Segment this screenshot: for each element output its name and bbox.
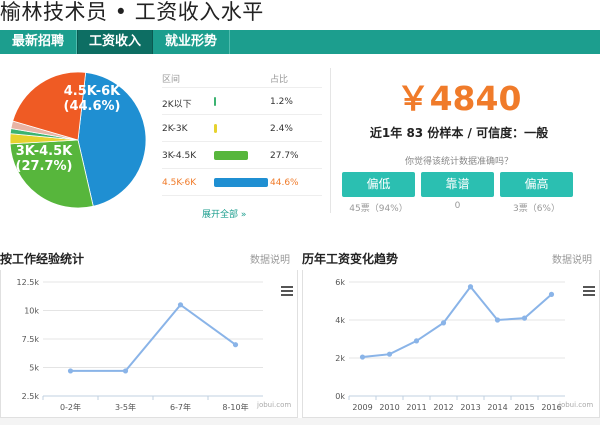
data-point[interactable]: [494, 317, 501, 323]
vote-low-button[interactable]: 偏低: [342, 172, 415, 197]
trend-line-chart: 0k2k4k6k2009 2010 2011 2012 2013 2014 2015 2016: [335, 278, 565, 412]
x-tick-label: 6-7年: [170, 402, 191, 412]
y-tick-label: 5k: [29, 364, 39, 373]
x-tick-label: 2012: [433, 403, 453, 412]
expand-all-link[interactable]: 展开全部 »: [202, 207, 246, 220]
row-share-bar: [214, 178, 268, 187]
salary-summary-panel: ￥4840 近1年 83 份样本 / 可信度：一般 你觉得该统计数据准确吗？ 偏…: [334, 62, 600, 222]
trend-chart-watermark: jobui.com: [559, 401, 594, 409]
y-tick-label: 2.5k: [22, 392, 40, 401]
accuracy-question: 你觉得该统计数据准确吗？: [404, 157, 513, 167]
pie-label-second: 3K-4.5K (27.7%): [12, 144, 76, 174]
x-tick-label: 3-5年: [115, 402, 136, 412]
experience-data-note-link[interactable]: 数据说明: [250, 251, 290, 266]
pie-label-second-range: 3K-4.5K: [15, 144, 73, 159]
y-tick-label: 0k: [335, 392, 345, 401]
pie-label-main-range: 4.5K-6K: [63, 84, 121, 99]
x-tick-label: 2010: [379, 403, 399, 412]
distribution-panel: 4.5K-6K (44.6%) 3K-4.5K (27.7%) 区间 占比 2K…: [0, 62, 328, 230]
distribution-row: 4.5K-6K 44.6%: [162, 169, 322, 196]
y-tick-label: 4k: [335, 316, 345, 325]
y-tick-label: 2k: [335, 354, 345, 363]
x-tick-label: 2013: [460, 403, 480, 412]
tab-salary[interactable]: 工资收入: [77, 30, 153, 54]
pie-label-main: 4.5K-6K (44.6%): [52, 84, 132, 114]
data-point[interactable]: [440, 320, 447, 326]
distribution-table-header: 区间 占比: [162, 66, 322, 88]
y-tick-label: 12.5k: [17, 278, 40, 287]
data-point[interactable]: [413, 338, 420, 344]
experience-chart-watermark: jobui.com: [257, 401, 292, 409]
pie-label-main-pct: (44.6%): [63, 99, 121, 114]
tab-bar: 最新招聘 工资收入 就业形势: [0, 30, 600, 54]
vote-high-button[interactable]: 偏高: [500, 172, 573, 197]
y-tick-label: 6k: [335, 278, 345, 287]
row-percentage: 2.4%: [270, 124, 293, 134]
average-salary: ￥4840: [396, 79, 522, 118]
page-title: 榆林技术员 • 工资收入水平: [0, 0, 264, 24]
footer-strip: [0, 418, 600, 425]
header-range: 区间: [162, 75, 181, 85]
header-share: 占比: [270, 75, 289, 85]
trend-chart-panel: 0k 2k 4k 6k 2009 2010 2011 2012 2013 2014 2015 2016…: [302, 270, 600, 418]
trend-data-note-link[interactable]: 数据说明: [552, 251, 592, 266]
x-tick-label: 2009: [352, 403, 372, 412]
pie-label-second-pct: (27.7%): [15, 159, 73, 174]
row-percentage: 1.2%: [270, 97, 293, 107]
data-point[interactable]: [177, 302, 184, 308]
panel-divider: [330, 68, 331, 213]
x-tick-label: 2015: [514, 403, 534, 412]
data-point[interactable]: [67, 368, 74, 374]
data-point[interactable]: [359, 354, 366, 360]
data-point[interactable]: [467, 284, 474, 290]
vote-low-count: 45票（94%）: [349, 204, 408, 214]
x-tick-label: 8-10年: [222, 402, 248, 412]
experience-section-title: 按工作经验统计: [0, 252, 85, 266]
trend-chart-menu-icon[interactable]: [583, 286, 595, 296]
data-point[interactable]: [521, 315, 528, 321]
row-percentage: 27.7%: [270, 151, 299, 161]
tab-divider: [229, 30, 230, 54]
row-range: 2K-3K: [162, 124, 188, 134]
row-range: 3K-4.5K: [162, 151, 197, 161]
data-point[interactable]: [232, 342, 239, 348]
experience-line-chart: 2.5k 5k 7.5k 10k 12.5k 0-2年 3-5年 6-7年 8-10年: [17, 278, 263, 412]
tab-latest-jobs[interactable]: 最新招聘: [0, 30, 76, 54]
row-share-bar: [214, 124, 217, 133]
distribution-row: 3K-4.5K 27.7%: [162, 142, 322, 169]
series-line: [70, 303, 237, 372]
vote-reliable-count: 0: [454, 201, 461, 211]
distribution-row: 2K以下 1.2%: [162, 88, 322, 115]
row-range: 2K以下: [162, 100, 192, 110]
experience-chart-panel: 2.5k 5k 7.5k 10k 12.5k 0-2年 3-5年 6-7年 8-10年 jobu…: [0, 270, 298, 418]
vote-reliable-button[interactable]: 靠谱: [421, 172, 494, 197]
data-point[interactable]: [548, 291, 555, 297]
experience-chart-menu-icon[interactable]: [281, 286, 293, 296]
vote-high-count: 3票（6%）: [512, 204, 560, 214]
distribution-row: 2K-3K 2.4%: [162, 115, 322, 142]
x-tick-label: 2011: [406, 403, 426, 412]
data-point[interactable]: [386, 351, 393, 357]
row-share-bar: [214, 151, 248, 160]
y-tick-label: 10k: [24, 307, 39, 316]
tab-employment[interactable]: 就业形势: [153, 30, 229, 54]
data-point[interactable]: [122, 368, 129, 374]
x-tick-label: 2014: [487, 403, 507, 412]
row-share-bar: [214, 97, 216, 106]
x-tick-label: 0-2年: [60, 402, 81, 412]
row-range: 4.5K-6K: [162, 178, 197, 188]
row-percentage: 44.6%: [270, 178, 299, 188]
series-line: [362, 285, 553, 359]
y-tick-label: 7.5k: [22, 335, 40, 344]
trend-section-title: 历年工资变化趋势: [302, 252, 399, 266]
distribution-table: 区间 占比 2K以下 1.2% 2K-3K 2.4% 3K-4.5K 27.7%…: [162, 66, 322, 196]
sample-info: 近1年 83 份样本 / 可信度：一般: [369, 126, 549, 140]
